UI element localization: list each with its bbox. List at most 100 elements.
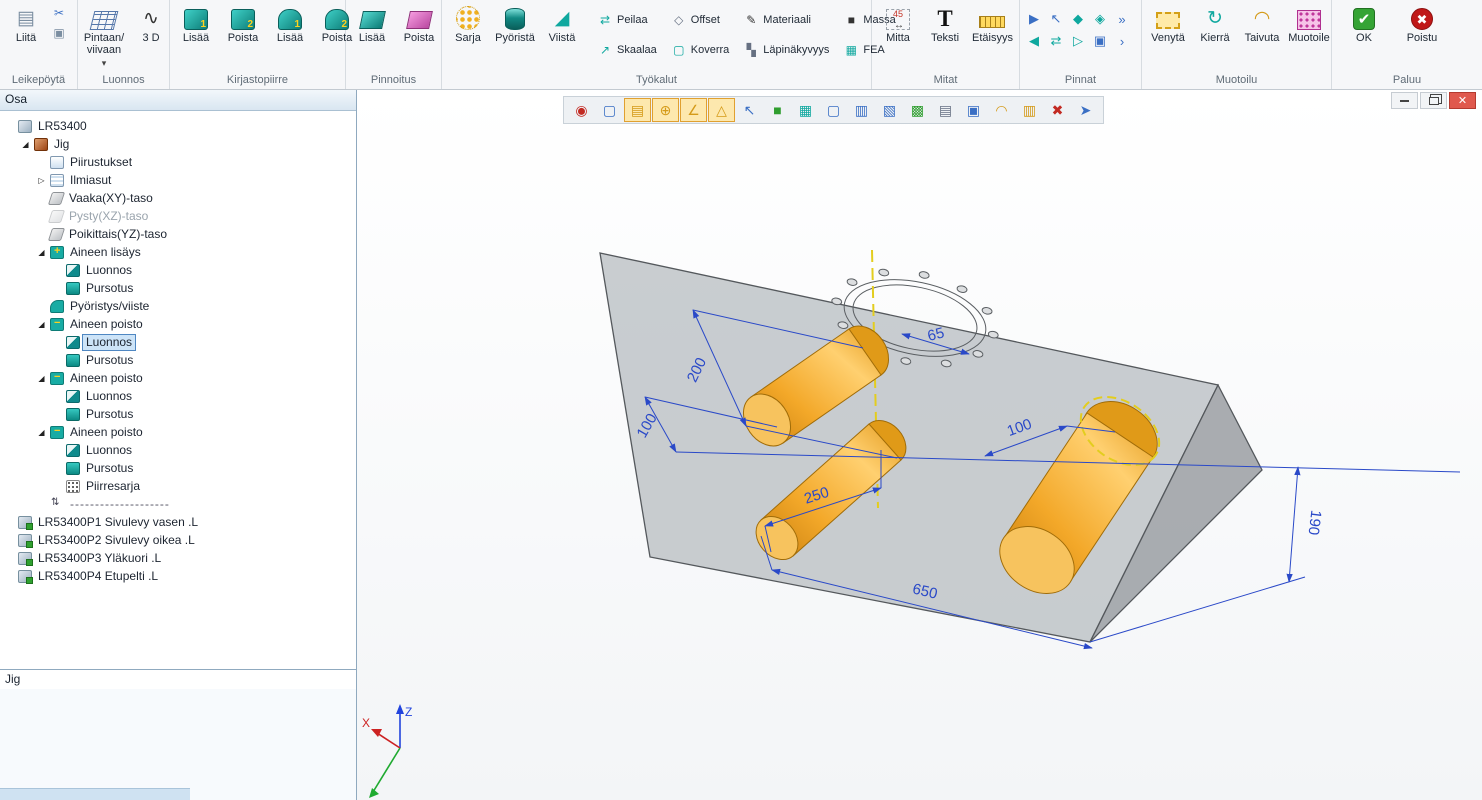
face-pick-icon[interactable]: ↖ — [1046, 9, 1066, 29]
face-offset-icon[interactable]: ◆ — [1068, 9, 1088, 29]
tree-item[interactable]: Pursotus — [0, 279, 356, 297]
scale-button[interactable]: ↗ Skaalaa — [595, 39, 659, 61]
tree-item[interactable]: Pyöristys/viiste — [0, 297, 356, 315]
hollow-button[interactable]: ▢ Koverra — [669, 39, 732, 61]
view-section-icon[interactable]: ▩ — [904, 98, 931, 122]
sketch-3d-button[interactable]: ∿ 3 D — [129, 3, 173, 46]
tree-expander-icon[interactable]: ◢ — [36, 320, 47, 329]
face-next-icon[interactable]: » — [1112, 9, 1132, 29]
library-add-arch-button[interactable]: Lisää — [268, 3, 312, 46]
tree-expander-icon[interactable]: ◢ — [36, 374, 47, 383]
feature-list-icon[interactable]: ▤ — [932, 98, 959, 122]
group-label: Mitat — [872, 72, 1019, 89]
cut-icon[interactable]: ✂ — [51, 5, 67, 21]
tree-item[interactable]: LR53400P1 Sivulevy vasen .L — [0, 513, 356, 531]
select-rect-icon[interactable]: ▢ — [596, 98, 623, 122]
face-prev-icon[interactable]: › — [1112, 31, 1132, 51]
pattern-series-button[interactable]: Sarja — [446, 3, 490, 46]
ok-button[interactable]: ✔ OK — [1342, 3, 1386, 46]
paste-button[interactable]: ▤ Liitä — [4, 3, 48, 46]
distance-button[interactable]: Etäisyys — [970, 3, 1015, 46]
tree-item[interactable]: Luonnos — [0, 441, 356, 459]
chamfer-button[interactable]: ◢ Viistä — [540, 3, 584, 46]
tree-item[interactable]: LR53400P2 Sivulevy oikea .L — [0, 531, 356, 549]
tree-item[interactable]: LR53400P3 Yläkuori .L — [0, 549, 356, 567]
text-button[interactable]: T Teksti — [923, 3, 967, 46]
exit-button[interactable]: ✖ Poistu — [1400, 3, 1444, 46]
copy-icon[interactable]: ▣ — [51, 25, 67, 41]
material-button[interactable]: ✎ Materiaali — [741, 9, 831, 31]
snap-perpendicular-icon[interactable]: ∠ — [680, 98, 707, 122]
coating-remove-button[interactable]: Poista — [397, 3, 441, 46]
tree-expander-icon[interactable]: ◢ — [20, 140, 31, 149]
3d-scene[interactable]: 200 100 65 250 100 650 190 Z X — [357, 90, 1482, 800]
face-expand-icon[interactable]: ▷ — [1068, 31, 1088, 51]
sketch-icon — [66, 390, 80, 403]
tree-item[interactable]: Pysty(XZ)-taso — [0, 207, 356, 225]
select-face-icon[interactable]: ■ — [764, 98, 791, 122]
tree-item[interactable]: Luonnos — [0, 333, 356, 351]
print-icon[interactable]: ▥ — [1016, 98, 1043, 122]
stretch-button[interactable]: Venytä — [1146, 3, 1190, 46]
tree-item[interactable]: LR53400P4 Etupelti .L — [0, 567, 356, 585]
pin-icon[interactable]: ◉ — [568, 98, 595, 122]
offset-button[interactable]: ◇ Offset — [669, 9, 732, 31]
tree-item[interactable]: Pursotus — [0, 351, 356, 369]
face-align-icon[interactable]: ▣ — [1090, 31, 1110, 51]
face-flip-icon[interactable]: ⇄ — [1046, 31, 1066, 51]
snap-center-icon[interactable]: ⊕ — [652, 98, 679, 122]
face-shrink-icon[interactable]: ◀ — [1024, 31, 1044, 51]
tree-item[interactable]: Piirresarja — [0, 477, 356, 495]
view-hidden-icon[interactable]: ▢ — [820, 98, 847, 122]
dimension-button[interactable]: Mitta — [876, 3, 920, 46]
layers-icon[interactable]: ▣ — [960, 98, 987, 122]
tree-item[interactable]: ◢ Aineen lisäys — [0, 243, 356, 261]
horizontal-scrollbar[interactable] — [0, 788, 190, 800]
coating-add-button[interactable]: Lisää — [350, 3, 394, 46]
tree-item[interactable]: ◢ Aineen poisto — [0, 423, 356, 441]
tree-expander-icon[interactable]: ◢ — [36, 428, 47, 437]
ribbon-group-library-feature: Lisää Poista Lisää Poista Kirjastopiirre — [170, 0, 346, 89]
tree-item[interactable]: ▷ Ilmiasut — [0, 171, 356, 189]
mirror-button[interactable]: ⇄ Peilaa — [595, 9, 659, 31]
bend-button[interactable]: ◠ Taivuta — [1240, 3, 1284, 46]
surface-mode-icon[interactable]: ◠ — [988, 98, 1015, 122]
view-transparent-icon[interactable]: ▧ — [876, 98, 903, 122]
tree-item[interactable]: Poikittais(YZ)-taso — [0, 225, 356, 243]
tree-item[interactable]: ◢ Aineen poisto — [0, 315, 356, 333]
tree-item[interactable]: Pursotus — [0, 405, 356, 423]
tree-item[interactable]: LR53400 — [0, 117, 356, 135]
face-move-icon[interactable]: ▶ — [1024, 9, 1044, 29]
tree-item[interactable]: ◢ Jig — [0, 135, 356, 153]
pick-element-icon[interactable]: ↖ — [736, 98, 763, 122]
transparency-button[interactable]: ▚ Läpinäkyvyys — [741, 39, 831, 61]
close-button[interactable]: ✕ — [1449, 92, 1476, 109]
library-remove-button[interactable]: Poista — [221, 3, 265, 46]
delete-icon[interactable]: ✖ — [1044, 98, 1071, 122]
face-copy-icon[interactable]: ◈ — [1090, 9, 1110, 29]
tree-item[interactable]: Pursotus — [0, 459, 356, 477]
tree-item[interactable]: Luonnos — [0, 261, 356, 279]
select-arrow-icon[interactable]: ➤ — [1072, 98, 1099, 122]
sketch-on-face-button[interactable]: Pintaan/ viivaan ▾ — [82, 3, 126, 71]
snap-tangent-icon[interactable]: △ — [708, 98, 735, 122]
twist-button[interactable]: ↻ Kierrä — [1193, 3, 1237, 46]
minimize-button[interactable] — [1391, 92, 1418, 109]
restore-button[interactable] — [1420, 92, 1447, 109]
tree-expander-icon[interactable]: ◢ — [36, 248, 47, 257]
measure-icon[interactable]: ▤ — [624, 98, 651, 122]
library-add-button[interactable]: Lisää — [174, 3, 218, 46]
tree-expander-icon[interactable]: ▷ — [36, 176, 47, 185]
tree-item[interactable]: ◢ Aineen poisto — [0, 369, 356, 387]
model-viewport[interactable]: 200 100 65 250 100 650 190 Z X ◉▢▤⊕∠△↖■▦… — [357, 90, 1482, 800]
tree-item[interactable]: Vaaka(XY)-taso — [0, 189, 356, 207]
tree-item[interactable]: -------------------- — [0, 495, 356, 513]
reshape-button[interactable]: Muotoile — [1287, 3, 1331, 46]
sketch-icon — [66, 264, 80, 277]
ok-check-icon: ✔ — [1351, 5, 1377, 31]
tree-item[interactable]: Luonnos — [0, 387, 356, 405]
fillet-button[interactable]: Pyöristä — [493, 3, 537, 46]
view-shaded-icon[interactable]: ▥ — [848, 98, 875, 122]
view-wireframe-icon[interactable]: ▦ — [792, 98, 819, 122]
tree-item[interactable]: Piirustukset — [0, 153, 356, 171]
